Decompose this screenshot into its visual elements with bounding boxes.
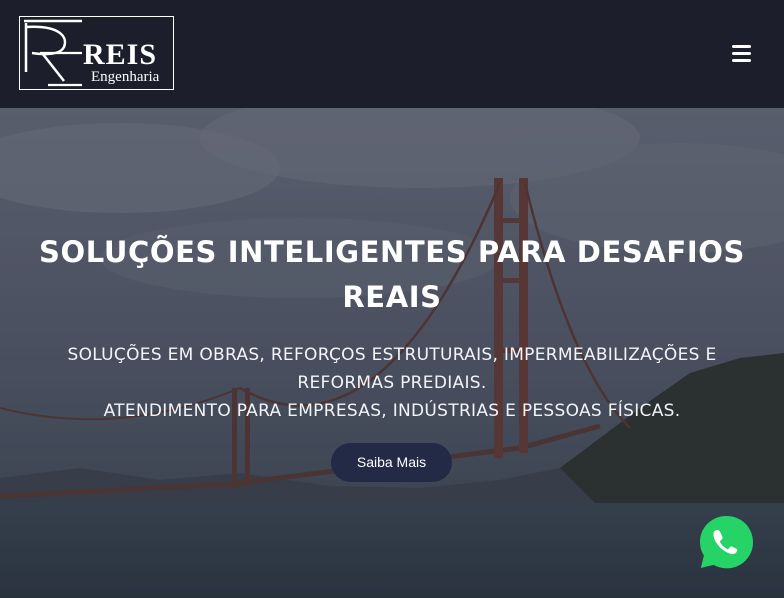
hamburger-menu-icon[interactable] [732, 45, 751, 62]
hero-section: SOLUÇÕES INTELIGENTES PARA DESAFIOS REAI… [0, 108, 784, 598]
hero-subtitle-line-1: SOLUÇÕES EM OBRAS, REFORÇOS ESTRUTURAIS,… [67, 345, 717, 393]
logo[interactable]: REIS Engenharia [19, 16, 174, 90]
whatsapp-phone-icon[interactable] [698, 514, 755, 571]
logo-name: REIS [83, 38, 158, 71]
logo-subtitle: Engenharia [91, 69, 160, 85]
hero-subtitle: SOLUÇÕES EM OBRAS, REFORÇOS ESTRUTURAIS,… [30, 341, 754, 425]
hero-subtitle-line-2: ATENDIMENTO PARA EMPRESAS, INDÚSTRIAS E … [103, 401, 681, 421]
hero-title: SOLUÇÕES INTELIGENTES PARA DESAFIOS REAI… [39, 235, 745, 314]
saiba-mais-button[interactable]: Saiba Mais [331, 443, 452, 482]
site-header: REIS Engenharia [0, 0, 784, 108]
